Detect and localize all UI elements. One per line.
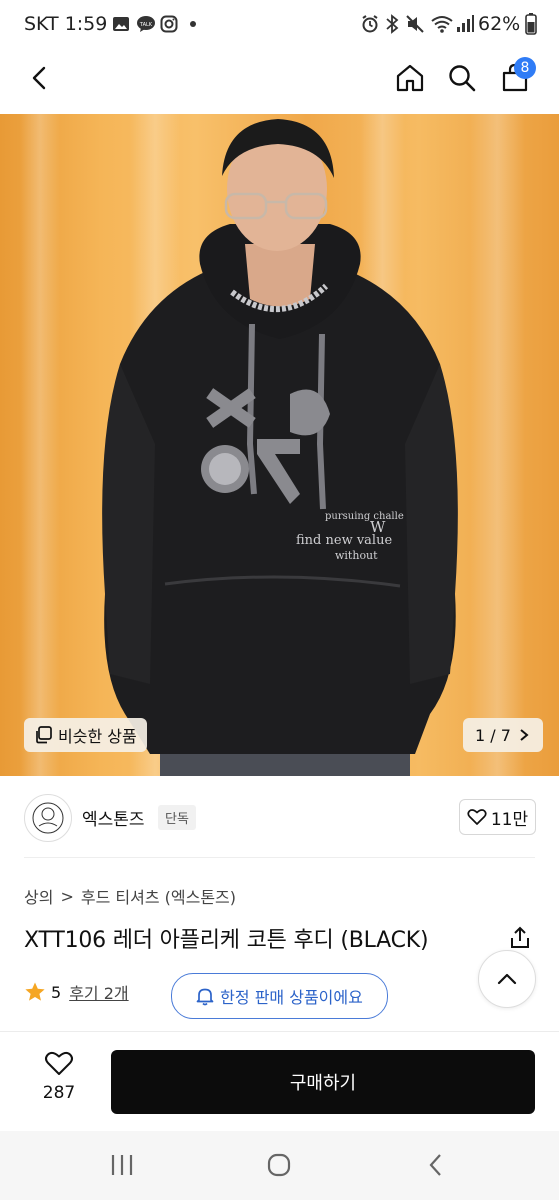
- bluetooth-icon: [385, 14, 399, 38]
- chevron-up-icon: [497, 973, 517, 985]
- home-nav-button[interactable]: [266, 1152, 292, 1182]
- recent-apps-button[interactable]: [108, 1152, 136, 1182]
- share-icon: [511, 926, 529, 948]
- signal-icon: [456, 14, 474, 38]
- print-text-1: pursuing challe: [325, 511, 404, 522]
- cart-count-badge: 8: [514, 57, 536, 79]
- wishlist-button[interactable]: 287: [34, 1050, 84, 1103]
- review-link[interactable]: 후기 2개: [69, 980, 128, 1004]
- breadcrumb-separator: >: [60, 886, 74, 906]
- mute-icon: [405, 14, 425, 38]
- copy-squares-icon: [36, 726, 52, 744]
- image-page-indicator[interactable]: 1 / 7: [463, 718, 543, 752]
- scroll-top-button[interactable]: [478, 950, 536, 1008]
- similar-products-label: 비슷한 상품: [58, 727, 137, 746]
- store-like-button[interactable]: 11만: [459, 799, 536, 835]
- rating-row: 5 후기 2개: [24, 980, 129, 1004]
- limited-sale-pill[interactable]: 한정 판매 상품이에요: [171, 973, 388, 1019]
- back-arrow-icon: [32, 66, 46, 90]
- similar-products-button[interactable]: 비슷한 상품: [24, 718, 147, 752]
- back-button[interactable]: [18, 56, 62, 100]
- store-name[interactable]: 엑스톤즈: [82, 805, 145, 830]
- home-icon: [396, 64, 424, 92]
- print-text-3: without: [335, 549, 378, 562]
- alarm-icon: [360, 14, 380, 38]
- limited-sale-label: 한정 판매 상품이에요: [220, 988, 363, 1007]
- battery-icon: [525, 13, 537, 39]
- purchase-bar: 287 구매하기: [0, 1031, 559, 1132]
- status-time: SKT 1:59: [24, 13, 108, 35]
- home-button[interactable]: [388, 56, 432, 100]
- buy-button[interactable]: 구매하기: [111, 1050, 535, 1114]
- dot-icon: [190, 21, 196, 27]
- image-icon: [112, 15, 130, 37]
- product-title: XTT106 레더 아플리케 코튼 후디 (BLACK): [24, 928, 429, 953]
- talk-icon: TALK: [136, 14, 156, 38]
- recent-apps-icon: [111, 1155, 133, 1175]
- bell-icon: [196, 988, 214, 1006]
- search-button[interactable]: [440, 56, 484, 100]
- battery-percent: 62%: [478, 13, 521, 35]
- store-logo[interactable]: [24, 794, 72, 842]
- system-nav-bar: [0, 1131, 559, 1200]
- star-icon: [25, 982, 45, 1001]
- store-like-count: 11만: [490, 809, 529, 830]
- instagram-icon: [160, 15, 178, 37]
- product-image[interactable]: pursuing challe find new value without W…: [0, 114, 559, 776]
- breadcrumb: 상의 > 후드 티셔츠 (엑스톤즈): [24, 884, 236, 908]
- exclusive-badge: 단독: [158, 805, 196, 830]
- heart-icon: [45, 1051, 73, 1075]
- breadcrumb-category[interactable]: 상의: [24, 884, 53, 908]
- heart-icon: [467, 809, 487, 825]
- back-nav-button[interactable]: [424, 1152, 448, 1182]
- wishlist-count: 287: [42, 1083, 76, 1103]
- store-emblem-icon: [32, 802, 64, 834]
- divider: [24, 857, 535, 858]
- status-bar: SKT 1:59 TALK 62%: [0, 0, 559, 50]
- top-nav: 8: [0, 50, 559, 114]
- print-text-4: W: [370, 518, 386, 536]
- home-circle-icon: [267, 1153, 291, 1177]
- wifi-icon: [430, 14, 454, 38]
- search-icon: [449, 65, 476, 92]
- chevron-right-icon: [520, 729, 529, 741]
- back-chevron-icon: [429, 1154, 441, 1176]
- rating-value: 5: [51, 982, 62, 1002]
- image-page-text: 1 / 7: [475, 725, 511, 745]
- breadcrumb-subcategory[interactable]: 후드 티셔츠 (엑스톤즈): [81, 884, 236, 908]
- svg-text:TALK: TALK: [139, 22, 153, 28]
- product-photo: pursuing challe find new value without W: [20, 114, 525, 776]
